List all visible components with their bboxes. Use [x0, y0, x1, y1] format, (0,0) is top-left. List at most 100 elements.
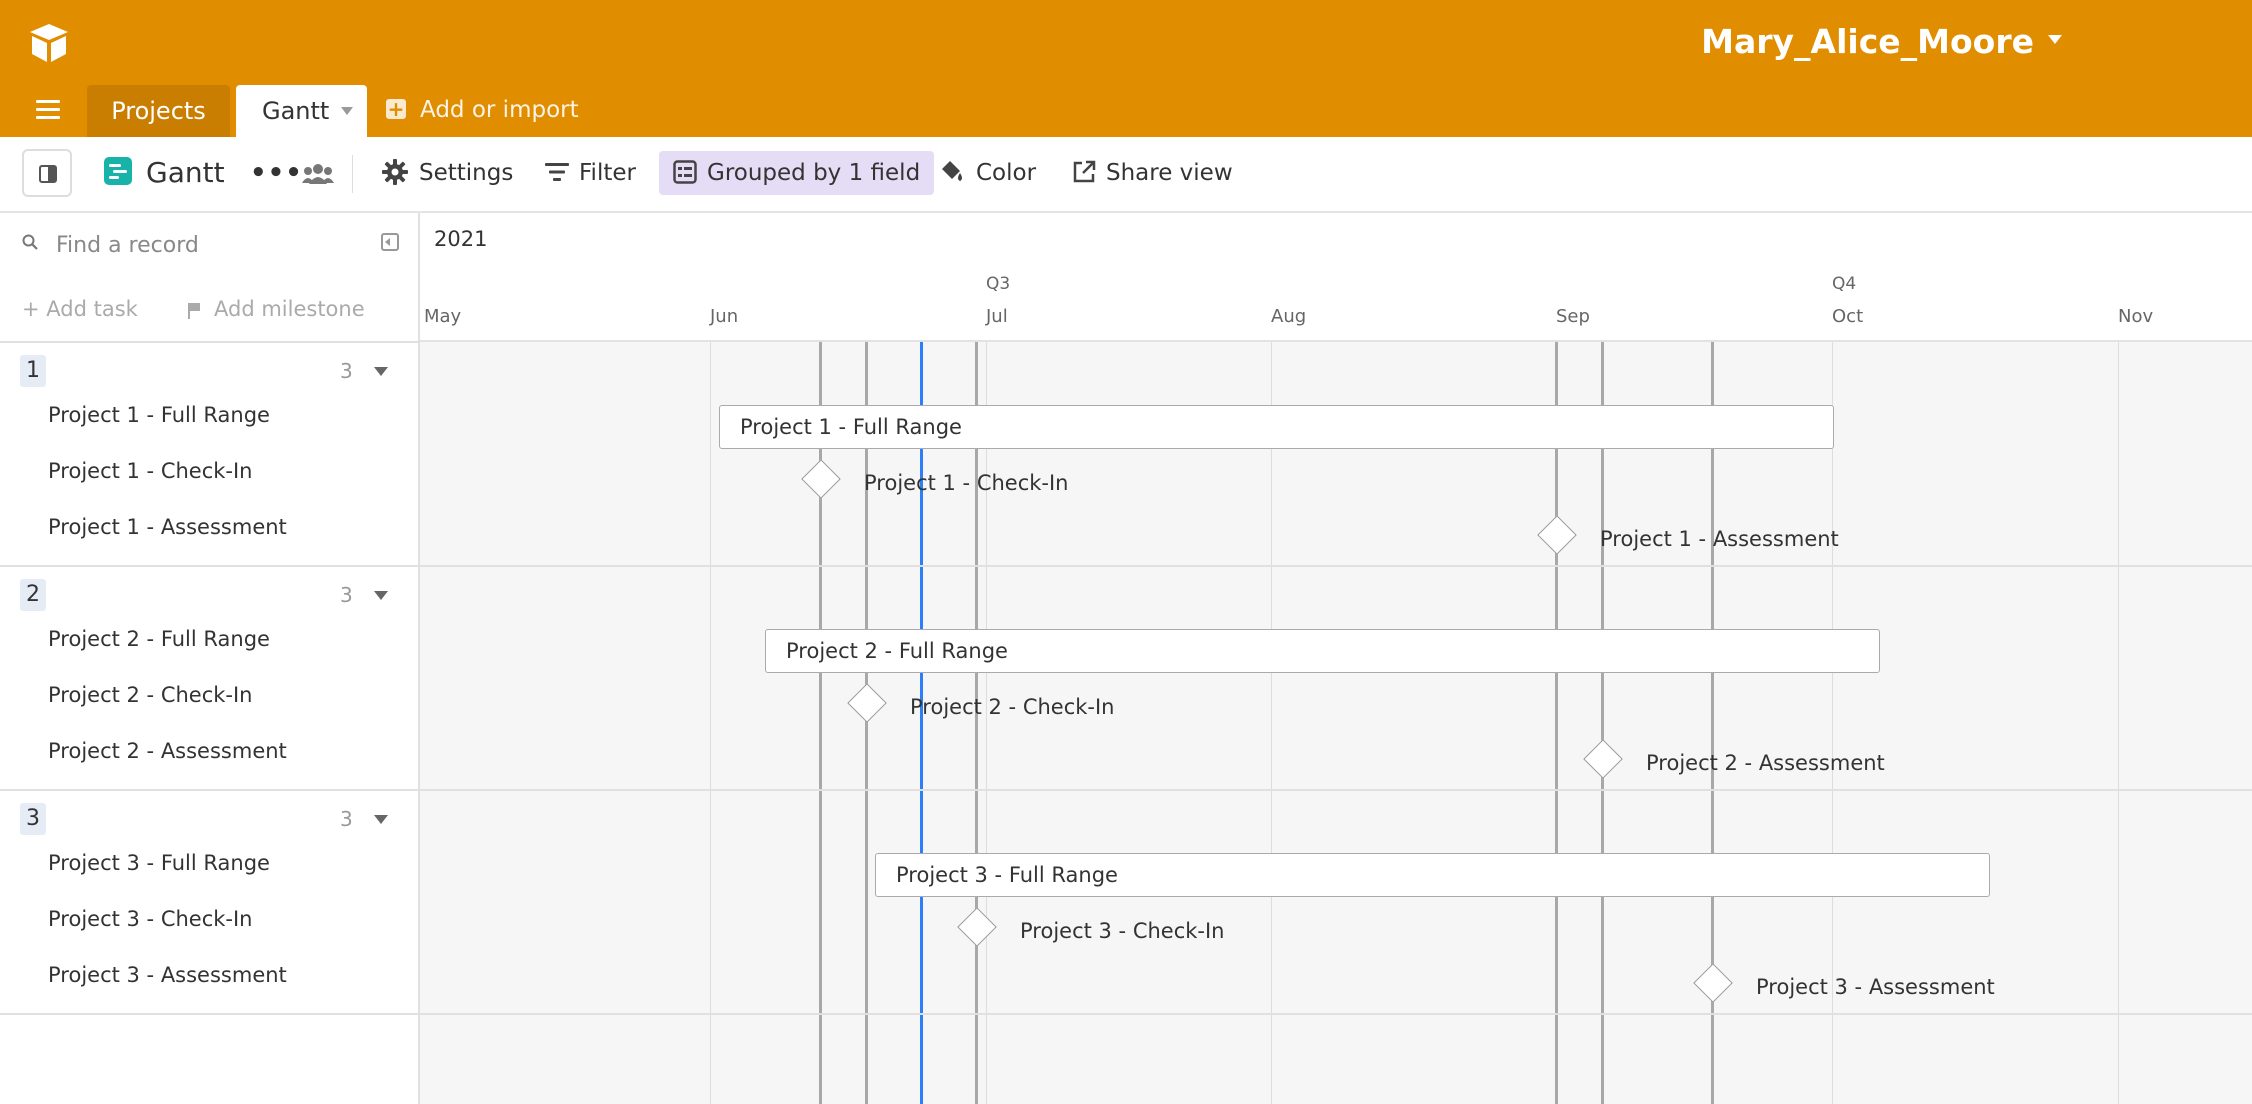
toolbar-divider — [352, 155, 353, 193]
record-row[interactable]: Project 3 - Check-In — [48, 907, 253, 931]
task-bar[interactable]: Project 2 - Full Range — [765, 629, 1880, 673]
sidebar-toggle-button[interactable] — [22, 149, 72, 197]
chevron-down-icon — [2048, 35, 2062, 44]
search-input[interactable] — [54, 227, 358, 263]
view-toolbar: Gantt ••• Settings Filter Grouped by 1 f… — [0, 137, 2252, 213]
add-task-button[interactable]: + Add task — [22, 297, 138, 321]
month-label: Jun — [710, 306, 739, 327]
color-label: Color — [976, 160, 1037, 186]
milestone-line — [975, 342, 978, 1104]
month-label: Oct — [1832, 306, 1864, 327]
group-icon — [673, 159, 697, 184]
tab-projects[interactable]: Projects — [87, 85, 230, 137]
group-count: 3 — [340, 583, 353, 607]
month-label: Aug — [1271, 306, 1307, 327]
plus-icon: + — [386, 96, 406, 121]
task-bar[interactable]: Project 3 - Full Range — [875, 853, 1990, 897]
record-group: 2 3 Project 2 - Full Range Project 2 - C… — [0, 565, 418, 789]
milestone-label: Project 3 - Check-In — [1020, 919, 1225, 943]
milestone-line — [1555, 342, 1558, 1104]
record-row[interactable]: Project 1 - Assessment — [48, 515, 287, 539]
milestone-diamond[interactable] — [1693, 963, 1733, 1003]
chevron-down-icon[interactable] — [374, 367, 388, 376]
gantt-timeline[interactable]: 2021 Q3 Q4 May Jun Jul Aug Sep Oct Nov P… — [420, 213, 2252, 1104]
quarter-label: Q4 — [1832, 274, 1857, 294]
filter-label: Filter — [579, 160, 636, 186]
record-row[interactable]: Project 2 - Assessment — [48, 739, 287, 763]
month-label: Nov — [2118, 306, 2154, 327]
task-bar[interactable]: Project 1 - Full Range — [719, 405, 1834, 449]
filter-icon — [545, 162, 569, 181]
group-divider — [420, 1013, 2252, 1015]
gantt-view-icon — [104, 157, 132, 185]
search-bar — [0, 213, 418, 275]
milestone-diamond[interactable] — [847, 683, 887, 723]
group-label: Grouped by 1 field — [707, 160, 921, 186]
logo-icon[interactable] — [26, 20, 72, 66]
record-row[interactable]: Project 1 - Check-In — [48, 459, 253, 483]
month-label: May — [424, 306, 462, 327]
record-row[interactable]: Project 3 - Assessment — [48, 963, 287, 987]
record-row[interactable]: Project 2 - Check-In — [48, 683, 253, 707]
menu-icon[interactable] — [36, 100, 60, 120]
group-divider — [420, 565, 2252, 567]
milestone-line — [1601, 342, 1604, 1104]
quarter-label: Q3 — [986, 274, 1011, 294]
group-button[interactable]: Grouped by 1 field — [659, 151, 935, 195]
milestone-diamond[interactable] — [1537, 515, 1577, 555]
milestone-diamond[interactable] — [957, 907, 997, 947]
color-button[interactable]: Color — [938, 153, 1036, 193]
timeline-header: 2021 Q3 Q4 May Jun Jul Aug Sep Oct Nov — [420, 213, 2252, 342]
group-count: 3 — [340, 807, 353, 831]
group-name: 1 — [20, 355, 46, 387]
record-sidebar: + Add task Add milestone 1 3 Project 1 -… — [0, 213, 420, 1104]
record-row[interactable]: Project 2 - Full Range — [48, 627, 270, 651]
user-menu[interactable]: Mary_Alice_Moore — [1701, 22, 2062, 61]
milestone-diamond[interactable] — [1583, 739, 1623, 779]
filter-button[interactable]: Filter — [545, 153, 636, 193]
add-milestone-label: Add milestone — [214, 297, 365, 321]
share-icon — [1073, 160, 1096, 182]
gear-icon — [382, 158, 408, 185]
chevron-down-icon[interactable] — [341, 107, 353, 115]
timeline-body: Project 1 - Full Range Project 1 - Check… — [420, 342, 2252, 1104]
share-view-label: Share view — [1106, 160, 1233, 186]
app-header: Mary_Alice_Moore Projects Gantt + Add or … — [0, 0, 2252, 137]
collapse-icon[interactable] — [381, 233, 399, 251]
group-name: 2 — [20, 579, 46, 611]
settings-button[interactable]: Settings — [381, 153, 513, 193]
milestone-label: Project 2 - Check-In — [910, 695, 1115, 719]
today-line — [920, 342, 923, 1104]
group-name: 3 — [20, 803, 46, 835]
add-milestone-button[interactable]: Add milestone — [188, 297, 365, 321]
group-count: 3 — [340, 359, 353, 383]
milestone-diamond[interactable] — [801, 459, 841, 499]
record-group: 3 3 Project 3 - Full Range Project 3 - C… — [0, 789, 418, 1015]
tab-gantt[interactable]: Gantt — [236, 85, 367, 137]
record-row[interactable]: Project 1 - Full Range — [48, 403, 270, 427]
month-gridline — [710, 342, 711, 1104]
sidebar-toggle-icon — [39, 165, 57, 183]
paint-bucket-icon — [942, 160, 962, 181]
view-switcher[interactable]: Gantt — [104, 153, 225, 193]
record-group: 1 3 Project 1 - Full Range Project 1 - C… — [0, 341, 418, 565]
milestone-line — [819, 342, 822, 1104]
month-gridline — [2118, 342, 2119, 1104]
milestone-label: Project 3 - Assessment — [1756, 975, 1995, 999]
flag-icon — [188, 303, 200, 319]
add-or-import-label: Add or import — [420, 97, 579, 123]
settings-label: Settings — [419, 160, 514, 186]
view-name: Gantt — [146, 156, 225, 189]
collaborators-icon[interactable] — [302, 153, 336, 193]
tab-gantt-label: Gantt — [262, 97, 330, 125]
record-row[interactable]: Project 3 - Full Range — [48, 851, 270, 875]
more-icon[interactable]: ••• — [250, 153, 303, 193]
year-label: 2021 — [434, 227, 488, 251]
search-icon — [22, 234, 38, 250]
add-or-import-button[interactable]: + Add or import — [386, 95, 579, 125]
month-gridline — [1271, 342, 1272, 1104]
chevron-down-icon[interactable] — [374, 815, 388, 824]
share-view-button[interactable]: Share view — [1072, 153, 1233, 193]
chevron-down-icon[interactable] — [374, 591, 388, 600]
milestone-label: Project 1 - Check-In — [864, 471, 1069, 495]
